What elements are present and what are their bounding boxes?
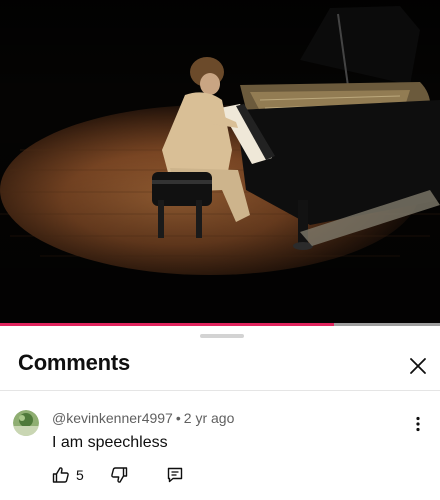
comments-title: Comments <box>18 350 131 375</box>
meta-separator: • <box>175 410 181 426</box>
dislike-button[interactable] <box>110 466 128 489</box>
more-vertical-icon <box>416 416 420 432</box>
comment-more-button[interactable] <box>406 412 430 436</box>
close-icon <box>410 358 426 374</box>
like-button[interactable]: 5 <box>52 466 84 484</box>
comment-age: 2 yr ago <box>183 410 235 426</box>
comment-item: @kevinkenner4997 • 2 yr ago I am speechles… <box>0 404 440 500</box>
avatar-image <box>13 410 39 436</box>
thumbs-up-icon <box>52 467 69 483</box>
comment-author[interactable]: @kevinkenner4997 <box>52 410 173 426</box>
reply-button[interactable] <box>166 466 184 489</box>
comments-sheet: Comments @kevinkenner4997 • 2 yr ago I am … <box>0 326 440 500</box>
header-divider <box>0 390 440 391</box>
video-player[interactable] <box>0 0 440 325</box>
sheet-drag-handle[interactable] <box>200 334 244 338</box>
video-frame-piano-performance <box>0 0 440 325</box>
comment-meta: @kevinkenner4997 • 2 yr ago <box>52 410 234 426</box>
like-count: 5 <box>76 467 84 483</box>
comment-text: I am speechless <box>52 434 168 451</box>
close-button[interactable] <box>404 352 432 380</box>
thumbs-down-icon <box>111 467 128 483</box>
reply-icon <box>167 467 183 483</box>
avatar[interactable] <box>13 410 39 436</box>
